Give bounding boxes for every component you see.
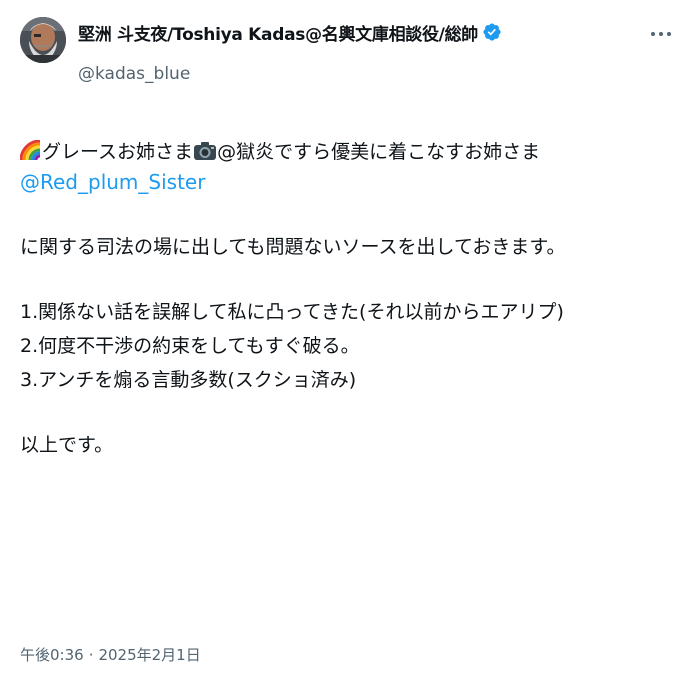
timestamp-date[interactable]: 2025年2月1日: [98, 646, 200, 664]
rainbow-icon: [20, 140, 41, 161]
tweet-text: グレースお姉さま @獄炎ですら優美に着こなすお姉さま @Red_plum_Sis…: [20, 137, 670, 460]
timestamp-time[interactable]: 午後0:36: [20, 646, 84, 664]
camera-icon: [194, 142, 217, 160]
tweet-line-2: @Red_plum_Sister: [20, 167, 670, 197]
avatar-image: [20, 17, 66, 63]
timestamp-separator: ·: [88, 646, 94, 664]
author-handle[interactable]: @kadas_blue: [78, 64, 190, 84]
tweet-line-1: グレースお姉さま @獄炎ですら優美に着こなすお姉さま: [20, 137, 670, 167]
mention-link[interactable]: @Red_plum_Sister: [20, 170, 205, 194]
tweet-timestamp[interactable]: 午後0:36 · 2025年2月1日: [20, 644, 201, 665]
tweet-card: 堅洲 斗支夜/Toshiya Kadas@名輿文庫相談役/総帥 @kadas_b…: [0, 0, 693, 693]
tweet-item-2: 2.何度不干渉の約束をしてもすぐ破る。: [20, 335, 360, 357]
more-dot: [667, 32, 671, 36]
author-name-row[interactable]: 堅洲 斗支夜/Toshiya Kadas@名輿文庫相談役/総帥: [78, 20, 502, 45]
bearded-man-avatar[interactable]: [20, 17, 66, 63]
tweet-closing: 以上です。: [20, 434, 114, 456]
more-dot: [651, 32, 655, 36]
tweet-item-3: 3.アンチを煽る言動多数(スクショ済み): [20, 369, 357, 391]
tweet-line-1-text-b: @獄炎ですら優美に着こなすお姉さま: [217, 141, 541, 163]
author-display-name[interactable]: 堅洲 斗支夜/Toshiya Kadas@名輿文庫相談役/総帥: [78, 20, 478, 45]
tweet-line-1-text-a: グレースお姉さま: [42, 141, 194, 163]
verified-badge-icon: [483, 23, 501, 41]
more-options-icon[interactable]: [648, 22, 674, 46]
tweet-sentence: に関する司法の場に出しても問題ないソースを出しておきます。: [20, 236, 566, 258]
tweet-item-1: 1.関係ない話を誤解して私に凸ってきた(それ以前からエアリプ): [20, 301, 564, 323]
more-dot: [659, 32, 663, 36]
